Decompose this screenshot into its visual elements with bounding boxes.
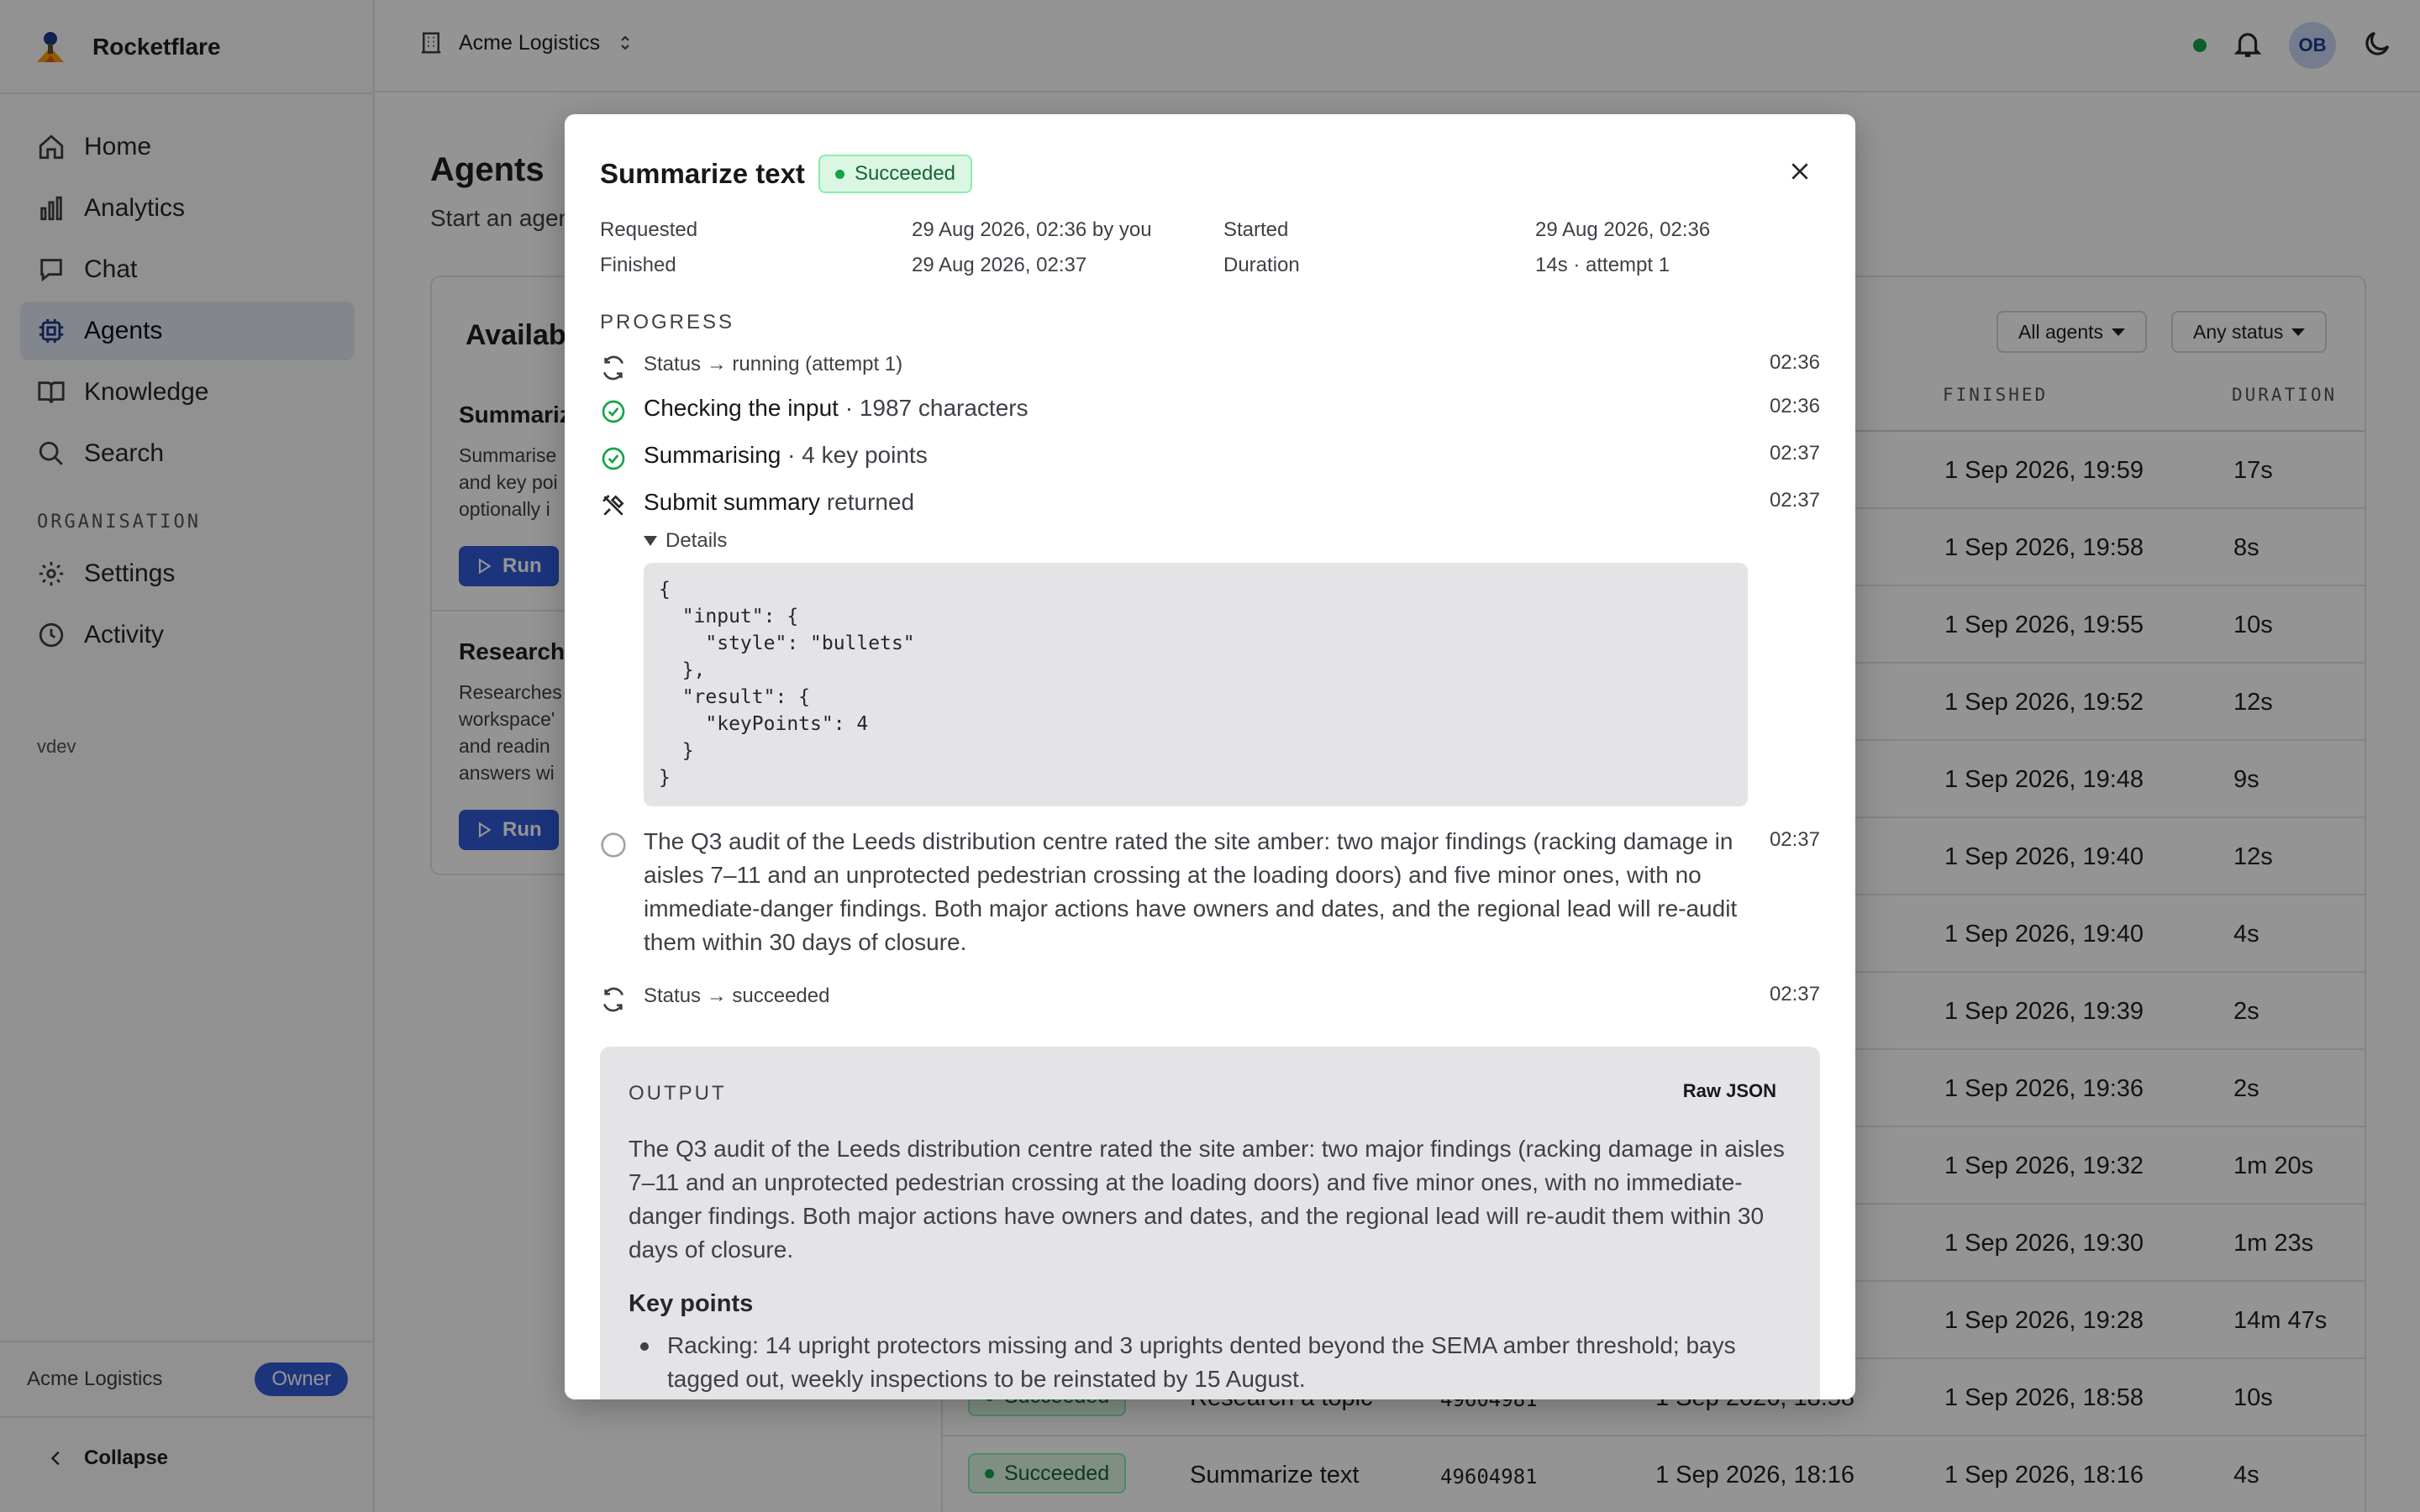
- meta-value: 29 Aug 2026, 02:37: [912, 254, 1087, 276]
- event-detail: · 4 key points: [781, 442, 928, 468]
- progress-event: Summarising · 4 key points 02:37: [600, 442, 1820, 475]
- meta-label: Requested: [600, 218, 698, 241]
- event-time: 02:37: [1769, 442, 1820, 465]
- status-badge: Succeeded: [818, 155, 973, 193]
- event-time: 02:36: [1769, 395, 1820, 417]
- key-points-list: Racking: 14 upright protectors missing a…: [634, 1329, 1791, 1396]
- event-time: 02:37: [1769, 983, 1820, 1005]
- meta-value: 29 Aug 2026, 02:36: [1535, 218, 1711, 241]
- event-time: 02:37: [1769, 489, 1820, 512]
- close-icon: [1791, 163, 1808, 180]
- event-text: Summarising · 4 key points: [644, 440, 1744, 470]
- refresh-icon: [600, 354, 627, 381]
- run-meta: Requested 29 Aug 2026, 02:36 by you Star…: [600, 218, 1820, 277]
- modal-title: Summarize text: [600, 158, 805, 189]
- run-details-modal: Summarize text Succeeded Requested 29 Au…: [565, 114, 1855, 1399]
- meta-value: 14s · attempt 1: [1535, 254, 1670, 276]
- progress-event: Status → running (attempt 1) 02:36: [600, 351, 1820, 381]
- meta-label: Duration: [1223, 254, 1300, 276]
- triangle-down-icon: [644, 536, 657, 546]
- refresh-icon: [600, 986, 627, 1013]
- details-toggle[interactable]: Details: [644, 529, 727, 553]
- key-point: Racking: 14 upright protectors missing a…: [634, 1329, 1791, 1396]
- event-text: Submit summary returned: [644, 487, 1744, 517]
- event-step: Submit summary: [644, 489, 821, 515]
- event-text: Checking the input · 1987 characters: [644, 393, 1744, 423]
- event-step: Summarising: [644, 442, 781, 468]
- output-text: The Q3 audit of the Leeds distribution c…: [629, 1136, 1785, 1263]
- circle-icon: [600, 832, 627, 858]
- event-time: 02:36: [1769, 351, 1820, 374]
- tools-icon: [600, 492, 627, 519]
- close-button[interactable]: [1780, 151, 1820, 192]
- check-circle-icon: [600, 445, 627, 472]
- modal-header: Summarize text Succeeded: [600, 155, 973, 193]
- event-text: The Q3 audit of the Leeds distribution c…: [644, 828, 1738, 955]
- event-detail: · 1987 characters: [838, 395, 1028, 421]
- status-text: Succeeded: [854, 162, 956, 185]
- event-text: Status → succeeded: [644, 984, 830, 1007]
- raw-json-button[interactable]: Raw JSON: [1683, 1080, 1776, 1102]
- event-time: 02:37: [1769, 828, 1820, 851]
- check-circle-icon: [600, 398, 627, 425]
- meta-value: 29 Aug 2026, 02:36 by you: [912, 218, 1152, 241]
- progress-event: The Q3 audit of the Leeds distribution c…: [600, 828, 1820, 955]
- meta-label: Finished: [600, 254, 676, 276]
- progress-event: Submit summary returned 02:37: [600, 489, 1820, 522]
- event-step: Checking the input: [644, 395, 839, 421]
- output-label: OUTPUT: [629, 1082, 727, 1105]
- progress-section-label: PROGRESS: [600, 311, 735, 333]
- event-text: Status → running (attempt 1): [644, 353, 903, 375]
- status-dot: [834, 169, 844, 179]
- output-panel: OUTPUT Raw JSON The Q3 audit of the Leed…: [600, 1047, 1820, 1399]
- progress-event: Status → succeeded 02:37: [600, 983, 1820, 1013]
- details-label: Details: [666, 529, 728, 552]
- meta-label: Started: [1223, 218, 1289, 241]
- progress-event: Checking the input · 1987 characters 02:…: [600, 395, 1820, 428]
- key-points-title: Key points: [629, 1290, 754, 1317]
- details-json: { "input": { "style": "bullets" }, "resu…: [644, 563, 1748, 806]
- event-detail: returned: [820, 489, 915, 515]
